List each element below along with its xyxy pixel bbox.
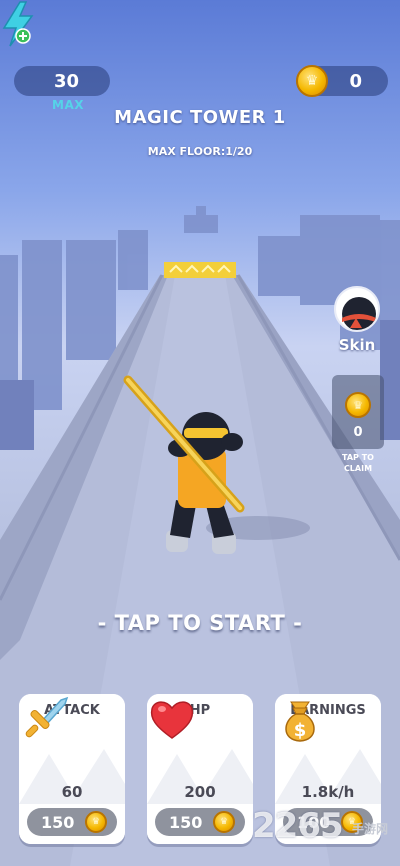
tap-to-claim-label[interactable]: TAP TO CLAIM	[326, 452, 390, 474]
ninja-avatar-icon	[342, 297, 376, 330]
energy-value: 30	[54, 71, 80, 92]
skin-button[interactable]: Skin	[332, 286, 382, 360]
coin-counter[interactable]: ♛ 0	[296, 65, 388, 97]
max-floor-label: MAX FLOOR:1/20	[147, 145, 253, 158]
claim-box[interactable]: ♛ 0	[332, 375, 384, 449]
game-scene[interactable]: 30 MAX ♛ 0 MAGIC TOWER 1 MAX FLOOR:1/20 …	[0, 0, 400, 866]
claim-value: 0	[353, 425, 363, 440]
svg-text:$: $	[294, 720, 307, 741]
money-bag-icon: $	[285, 701, 315, 742]
watermark-number: 2265	[252, 806, 344, 846]
claim-label-line2: CLAIM	[343, 464, 373, 473]
cost-value: 150	[41, 813, 75, 832]
heart-icon	[150, 701, 194, 739]
card-value: 200	[184, 783, 216, 801]
tap-to-start-prompt[interactable]: - TAP TO START -	[0, 611, 400, 635]
coin-icon: ♛	[345, 392, 371, 418]
sword-icon	[25, 696, 69, 738]
lightning-bolt-icon[interactable]	[0, 0, 36, 48]
skin-label: Skin	[338, 336, 376, 354]
level-title: MAGIC TOWER 1	[114, 107, 286, 128]
card-value: 60	[61, 783, 83, 801]
hp-upgrade-card[interactable]: HP 200 150 ♛	[147, 694, 253, 844]
cost-value: 150	[169, 813, 203, 832]
watermark-text: 手游网	[352, 822, 389, 836]
energy-counter[interactable]: 30	[14, 66, 110, 96]
site-watermark: 2265 手游网	[252, 806, 398, 862]
coin-icon: ♛	[85, 811, 107, 833]
attack-upgrade-card[interactable]: ATTACK 60 150 ♛	[19, 694, 125, 844]
coin-value: 0	[349, 71, 362, 92]
coin-icon: ♛	[213, 811, 235, 833]
upgrade-cost-button[interactable]: 150 ♛	[27, 808, 117, 836]
skin-avatar	[334, 286, 380, 332]
card-value: 1.8k/h	[301, 783, 355, 801]
upgrade-cost-button[interactable]: 150 ♛	[155, 808, 245, 836]
coin-icon: ♛	[296, 65, 328, 97]
claim-label-line1: TAP TO	[342, 453, 374, 462]
